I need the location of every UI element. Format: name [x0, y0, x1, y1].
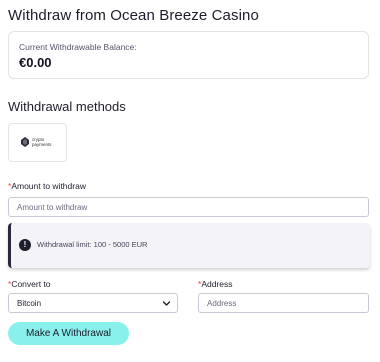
withdrawal-methods-title: Withdrawal methods — [8, 99, 126, 114]
balance-card: Current Withdrawable Balance: €0.00 — [8, 31, 369, 79]
amount-label: *Amount to withdraw — [8, 181, 86, 191]
convert-label: *Convert to — [8, 279, 51, 289]
balance-value: €0.00 — [19, 55, 52, 70]
chevron-down-icon — [162, 301, 171, 306]
address-label: *Address — [198, 279, 233, 289]
amount-input[interactable] — [8, 197, 369, 217]
page-title: Withdraw from Ocean Breeze Casino — [8, 7, 259, 24]
exclamation-icon: ! — [19, 239, 31, 251]
crypto-payments-icon — [21, 137, 29, 147]
withdrawal-limit-notice: ! Withdrawal limit: 100 - 5000 EUR — [8, 223, 370, 268]
crypto-payments-text: crypto payments — [32, 137, 52, 147]
method-crypto-payments[interactable]: crypto payments — [8, 123, 67, 162]
balance-label: Current Withdrawable Balance: — [19, 42, 137, 52]
crypto-payments-logo: crypto payments — [21, 137, 52, 147]
withdrawal-limit-text: Withdrawal limit: 100 - 5000 EUR — [37, 240, 148, 249]
address-input[interactable] — [198, 293, 369, 313]
convert-select-value: Bitcoin — [17, 299, 42, 308]
convert-select[interactable]: Bitcoin — [8, 293, 178, 313]
make-withdrawal-button[interactable]: Make A Withdrawal — [8, 322, 129, 345]
